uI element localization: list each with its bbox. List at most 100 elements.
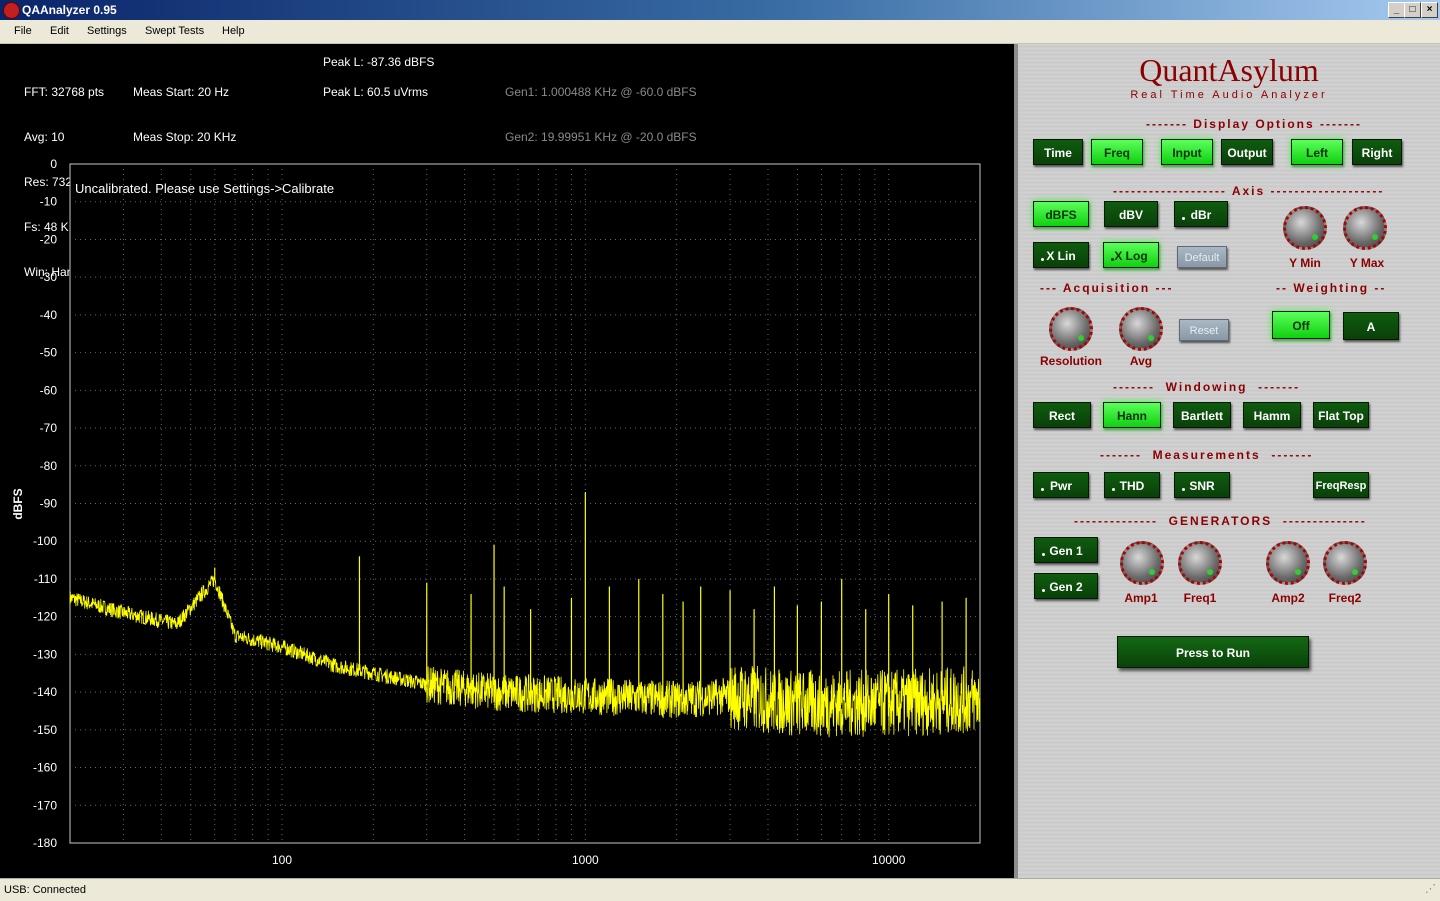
y-tick-label: -30: [40, 270, 58, 284]
menu-help[interactable]: Help: [222, 25, 245, 37]
freq-button[interactable]: Freq: [1091, 139, 1143, 165]
y-tick-label: -40: [40, 308, 58, 322]
y-tick-label: -60: [40, 383, 58, 397]
menu-file[interactable]: File: [14, 25, 32, 37]
window-hamm-button[interactable]: Hamm: [1243, 402, 1301, 428]
knob-led: [1372, 234, 1378, 240]
dbfs-button[interactable]: dBFS: [1033, 201, 1089, 227]
thd-label: THD: [1119, 479, 1145, 493]
plot-area: FFT: 32768 pts Avg: 10 Res: 732 mHz Fs: …: [0, 44, 1014, 878]
amp2-knob[interactable]: [1266, 541, 1310, 585]
dbr-label: dBr: [1190, 208, 1212, 222]
snr-label: SNR: [1189, 479, 1215, 493]
y-tick-label: -10: [40, 195, 58, 209]
amp1-knob[interactable]: [1120, 541, 1164, 585]
weighting-a-button[interactable]: A: [1343, 312, 1399, 340]
y-axis-label: dBFS: [11, 488, 25, 519]
maximize-button[interactable]: □: [1404, 2, 1421, 18]
weighting-off-button[interactable]: Off: [1272, 311, 1330, 339]
menu-settings[interactable]: Settings: [87, 25, 127, 37]
snr-button[interactable]: SNR: [1174, 472, 1230, 498]
window-bartlett-button[interactable]: Bartlett: [1173, 402, 1231, 428]
gen1-button[interactable]: Gen 1: [1034, 537, 1098, 563]
indicator-dot: [1182, 217, 1185, 220]
y-min-knob[interactable]: [1283, 206, 1327, 250]
pwr-button[interactable]: Pwr: [1033, 472, 1089, 498]
indicator-dot: [1111, 258, 1114, 261]
knob-led: [1078, 335, 1084, 341]
freq1-label: Freq1: [1183, 591, 1217, 605]
knob-led: [1149, 569, 1155, 575]
x-lin-button[interactable]: X Lin: [1033, 242, 1089, 268]
resize-grip-icon[interactable]: ⋰: [1425, 882, 1436, 895]
y-tick-label: -110: [34, 572, 57, 586]
y-tick-label: -130: [33, 647, 57, 661]
output-button[interactable]: Output: [1221, 139, 1273, 165]
y-tick-label: -160: [33, 761, 57, 775]
resolution-label: Resolution: [1040, 354, 1102, 368]
x-log-label: X Log: [1114, 249, 1148, 263]
x-tick-label: 10000: [872, 853, 906, 867]
app-icon: [3, 2, 20, 19]
indicator-dot: [1042, 553, 1045, 556]
run-button[interactable]: Press to Run: [1117, 636, 1309, 668]
x-log-button[interactable]: X Log: [1103, 242, 1159, 268]
indicator-dot: [1042, 589, 1045, 592]
measurements-title: ------- Measurements -------: [1100, 448, 1314, 462]
y-tick-label: -80: [40, 459, 58, 473]
freqresp-button[interactable]: FreqResp: [1313, 472, 1369, 498]
indicator-dot: [1041, 488, 1044, 491]
pwr-label: Pwr: [1049, 479, 1072, 493]
gen1-label: Gen 1: [1049, 544, 1083, 558]
y-tick-label: -180: [33, 836, 57, 850]
menu-edit[interactable]: Edit: [50, 25, 69, 37]
avg-label: Avg: [1129, 354, 1153, 368]
usb-status: USB: Connected: [4, 884, 86, 896]
y-max-knob[interactable]: [1343, 206, 1387, 250]
left-channel-button[interactable]: Left: [1291, 139, 1343, 165]
indicator-dot: [1182, 488, 1185, 491]
gen2-label: Gen 2: [1049, 580, 1083, 594]
menu-swept-tests[interactable]: Swept Tests: [145, 25, 204, 37]
window-flat-top-button[interactable]: Flat Top: [1313, 402, 1369, 428]
reset-button[interactable]: Reset: [1179, 319, 1229, 341]
knob-led: [1312, 234, 1318, 240]
freq1-knob[interactable]: [1178, 541, 1222, 585]
window-hann-button[interactable]: Hann: [1103, 402, 1161, 428]
y-tick-label: -140: [33, 685, 57, 699]
thd-button[interactable]: THD: [1104, 472, 1160, 498]
y-max-label: Y Max: [1349, 256, 1385, 270]
freq2-label: Freq2: [1328, 591, 1362, 605]
resolution-knob[interactable]: [1049, 307, 1093, 351]
indicator-dot: [1041, 258, 1044, 261]
time-button[interactable]: Time: [1033, 139, 1083, 165]
x-tick-label: 1000: [572, 853, 599, 867]
window-rect-button[interactable]: Rect: [1033, 402, 1091, 428]
display-options-title: ------- Display Options -------: [1146, 117, 1362, 131]
y-tick-label: -120: [33, 610, 57, 624]
knob-led: [1352, 569, 1358, 575]
brand-tagline: Real Time Audio Analyzer: [1130, 89, 1328, 101]
calibration-note: Uncalibrated. Please use Settings->Calib…: [75, 181, 334, 196]
minimize-button[interactable]: _: [1388, 2, 1405, 18]
status-bar: USB: Connected ⋰: [0, 878, 1440, 901]
windowing-title: ------- Windowing -------: [1113, 380, 1301, 394]
knob-led: [1295, 569, 1301, 575]
default-button[interactable]: Default: [1177, 246, 1227, 268]
freq2-knob[interactable]: [1323, 541, 1367, 585]
gen2-button[interactable]: Gen 2: [1034, 573, 1098, 599]
avg-knob[interactable]: [1119, 307, 1163, 351]
acquisition-title: --- Acquisition ---: [1040, 281, 1174, 295]
dbv-button[interactable]: dBV: [1104, 201, 1158, 227]
x-lin-label: X Lin: [1046, 249, 1076, 263]
y-tick-label: -70: [40, 421, 58, 435]
indicator-dot: [1112, 488, 1115, 491]
y-tick-label: -170: [33, 798, 57, 812]
input-button[interactable]: Input: [1161, 139, 1213, 165]
dbr-button[interactable]: dBr: [1174, 201, 1228, 227]
right-channel-button[interactable]: Right: [1352, 139, 1402, 165]
axis-title: ------------------- Axis ---------------…: [1113, 184, 1385, 198]
window-title: QAAnalyzer 0.95: [22, 3, 117, 17]
close-button[interactable]: ×: [1421, 2, 1438, 18]
x-tick-label: 100: [272, 853, 292, 867]
